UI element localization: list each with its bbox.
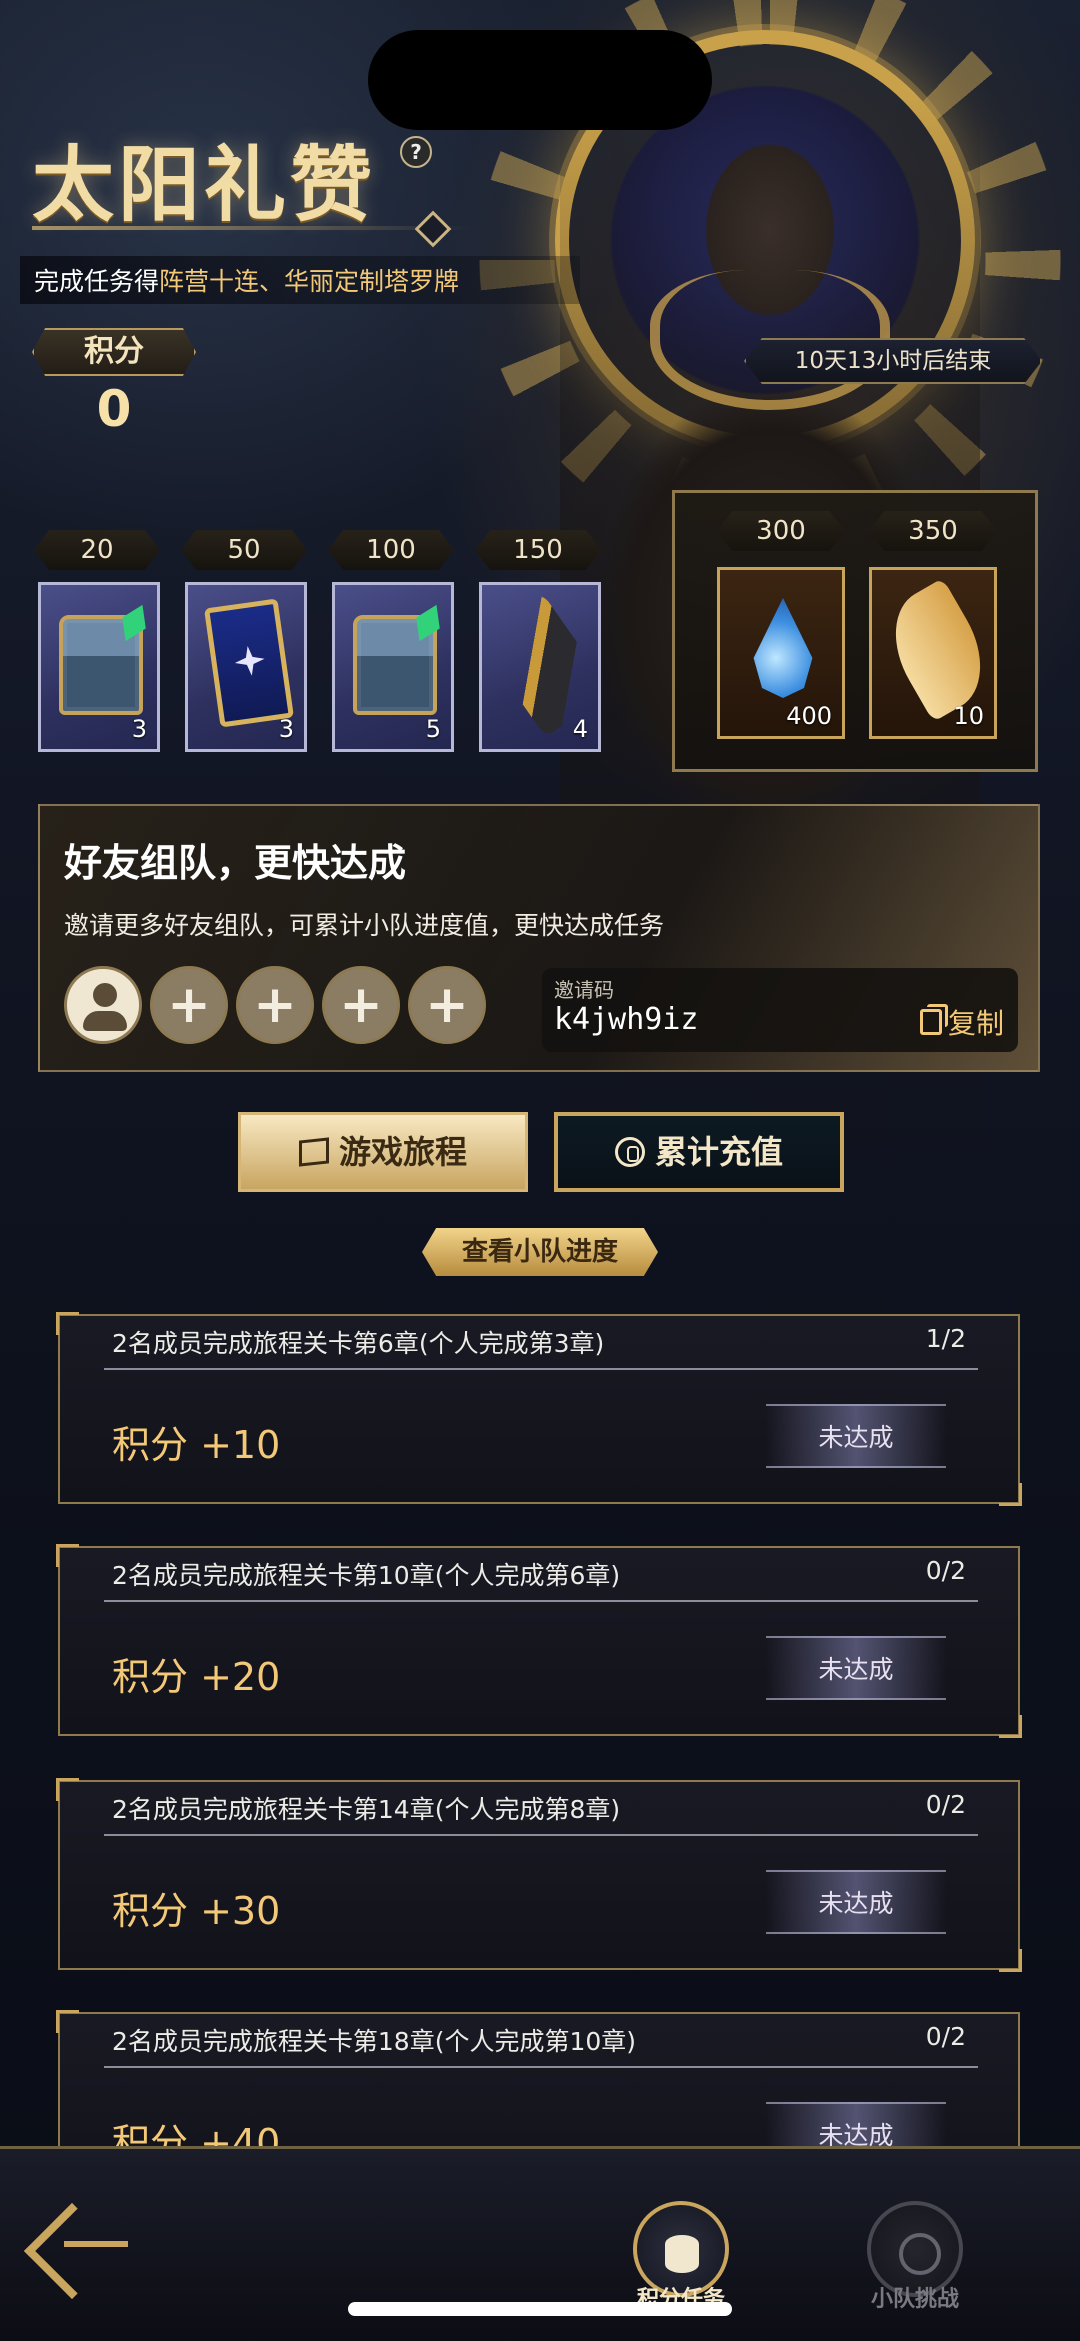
reward-count: 5 bbox=[425, 715, 441, 743]
invite-code-box: 邀请码 k4jwh9iz 复制 bbox=[542, 968, 1018, 1052]
copy-invite-button[interactable]: 复制 bbox=[919, 1002, 1004, 1042]
task-divider bbox=[104, 2066, 978, 2068]
subtitle-highlight: 阵营十连、华丽定制塔罗牌 bbox=[159, 267, 460, 296]
plus-icon: + bbox=[425, 975, 469, 1035]
reward-count: 10 bbox=[953, 702, 984, 730]
crystal-drop-icon bbox=[753, 598, 813, 698]
copy-icon bbox=[919, 1004, 948, 1035]
premium-rewards-panel: 300 400 350 10 bbox=[672, 490, 1038, 772]
tab-game-journey[interactable]: 游戏旅程 bbox=[238, 1112, 528, 1192]
reward-count: 3 bbox=[278, 715, 294, 743]
event-subtitle: 完成任务得阵营十连、华丽定制塔罗牌 bbox=[34, 262, 459, 298]
tab-label: 游戏旅程 bbox=[338, 1133, 467, 1171]
task-progress: 1/2 bbox=[925, 1324, 966, 1353]
reward-card[interactable]: 5 bbox=[332, 582, 454, 752]
plus-icon: + bbox=[253, 975, 297, 1035]
milestone-threshold: 20 bbox=[34, 530, 160, 570]
reward-count: 3 bbox=[131, 715, 147, 743]
tarot-card-icon bbox=[204, 598, 294, 728]
task-reward: 积分 +30 bbox=[112, 1889, 281, 1933]
points-label-badge: 积分 bbox=[32, 328, 196, 376]
team-description: 邀请更多好友组队，可累计小队进度值，更快达成任务 bbox=[64, 911, 665, 940]
map-icon bbox=[298, 1137, 329, 1167]
invite-code-value: k4jwh9iz bbox=[554, 1002, 699, 1037]
task-divider bbox=[104, 1600, 978, 1602]
plus-icon: + bbox=[339, 975, 383, 1035]
task-divider bbox=[104, 1368, 978, 1370]
nav-team-challenge[interactable]: 小队挑战 bbox=[840, 2201, 990, 2321]
milestone-threshold: 350 bbox=[869, 511, 997, 551]
help-icon[interactable]: ? bbox=[400, 136, 432, 168]
task-status-button[interactable]: 未达成 bbox=[766, 1404, 946, 1468]
gold-feather-icon bbox=[873, 578, 1003, 722]
task-card: 2名成员完成旅程关卡第6章(个人完成第3章) 1/2 积分 +10 未达成 bbox=[56, 1312, 1022, 1506]
reward-card[interactable]: 3 bbox=[185, 582, 307, 752]
task-description: 2名成员完成旅程关卡第14章(个人完成第8章) bbox=[112, 1795, 621, 1824]
tab-label: 累计充值 bbox=[654, 1133, 783, 1171]
green-gem-icon bbox=[114, 599, 154, 646]
plus-icon: + bbox=[167, 975, 211, 1035]
tab-cumulative-recharge[interactable]: 累计充值 bbox=[554, 1112, 844, 1192]
add-member-button[interactable]: + bbox=[150, 966, 228, 1044]
invite-code-label: 邀请码 bbox=[554, 978, 614, 1002]
reward-card[interactable]: 400 bbox=[717, 567, 845, 739]
chest-icon bbox=[353, 615, 437, 715]
task-description: 2名成员完成旅程关卡第18章(个人完成第10章) bbox=[112, 2027, 637, 2056]
task-progress: 0/2 bbox=[925, 1556, 966, 1585]
task-reward: 积分 +10 bbox=[112, 1423, 281, 1467]
chest-icon bbox=[59, 615, 143, 715]
task-card: 2名成员完成旅程关卡第14章(个人完成第8章) 0/2 积分 +30 未达成 bbox=[56, 1778, 1022, 1972]
task-divider bbox=[104, 1834, 978, 1836]
task-progress: 0/2 bbox=[925, 2022, 966, 2051]
task-description: 2名成员完成旅程关卡第10章(个人完成第6章) bbox=[112, 1561, 621, 1590]
home-indicator[interactable] bbox=[348, 2302, 732, 2316]
title-divider bbox=[32, 226, 472, 230]
feather-icon bbox=[476, 592, 612, 738]
copy-label: 复制 bbox=[947, 1007, 1004, 1040]
page-title: 太阳礼赞 bbox=[32, 137, 377, 233]
subtitle-prefix: 完成任务得 bbox=[34, 267, 160, 296]
task-status-button[interactable]: 未达成 bbox=[766, 1870, 946, 1934]
reward-card[interactable]: 4 bbox=[476, 582, 612, 752]
reward-card[interactable]: 10 bbox=[869, 567, 1003, 739]
milestone-threshold: 100 bbox=[328, 530, 454, 570]
event-countdown: 10天13小时后结束 bbox=[744, 338, 1042, 384]
camera-notch bbox=[368, 30, 712, 130]
user-avatar-icon[interactable] bbox=[64, 966, 142, 1044]
green-gem-icon bbox=[408, 599, 448, 646]
task-status-button[interactable]: 未达成 bbox=[766, 1636, 946, 1700]
milestone-threshold: 150 bbox=[475, 530, 601, 570]
team-title: 好友组队，更快达成 bbox=[64, 841, 407, 885]
task-card: 2名成员完成旅程关卡第10章(个人完成第6章) 0/2 积分 +20 未达成 bbox=[56, 1544, 1022, 1738]
add-member-button[interactable]: + bbox=[322, 966, 400, 1044]
milestone-threshold: 300 bbox=[717, 511, 845, 551]
task-progress: 0/2 bbox=[925, 1790, 966, 1819]
view-team-progress-button[interactable]: 查看小队进度 bbox=[422, 1228, 658, 1276]
task-description: 2名成员完成旅程关卡第6章(个人完成第3章) bbox=[112, 1329, 605, 1358]
reward-count: 4 bbox=[572, 715, 588, 743]
points-value: 0 bbox=[96, 380, 132, 438]
task-reward: 积分 +20 bbox=[112, 1655, 281, 1699]
add-member-button[interactable]: + bbox=[408, 966, 486, 1044]
nav-label: 小队挑战 bbox=[870, 2287, 959, 2312]
reward-count: 400 bbox=[786, 702, 832, 730]
star-icon bbox=[233, 644, 267, 678]
back-arrow-icon[interactable] bbox=[28, 2197, 138, 2287]
coin-icon bbox=[614, 1137, 645, 1167]
milestone-threshold: 50 bbox=[181, 530, 307, 570]
add-member-button[interactable]: + bbox=[236, 966, 314, 1044]
reward-card[interactable]: 3 bbox=[38, 582, 160, 752]
team-invite-panel: 好友组队，更快达成 邀请更多好友组队，可累计小队进度值，更快达成任务 + + +… bbox=[38, 804, 1040, 1072]
